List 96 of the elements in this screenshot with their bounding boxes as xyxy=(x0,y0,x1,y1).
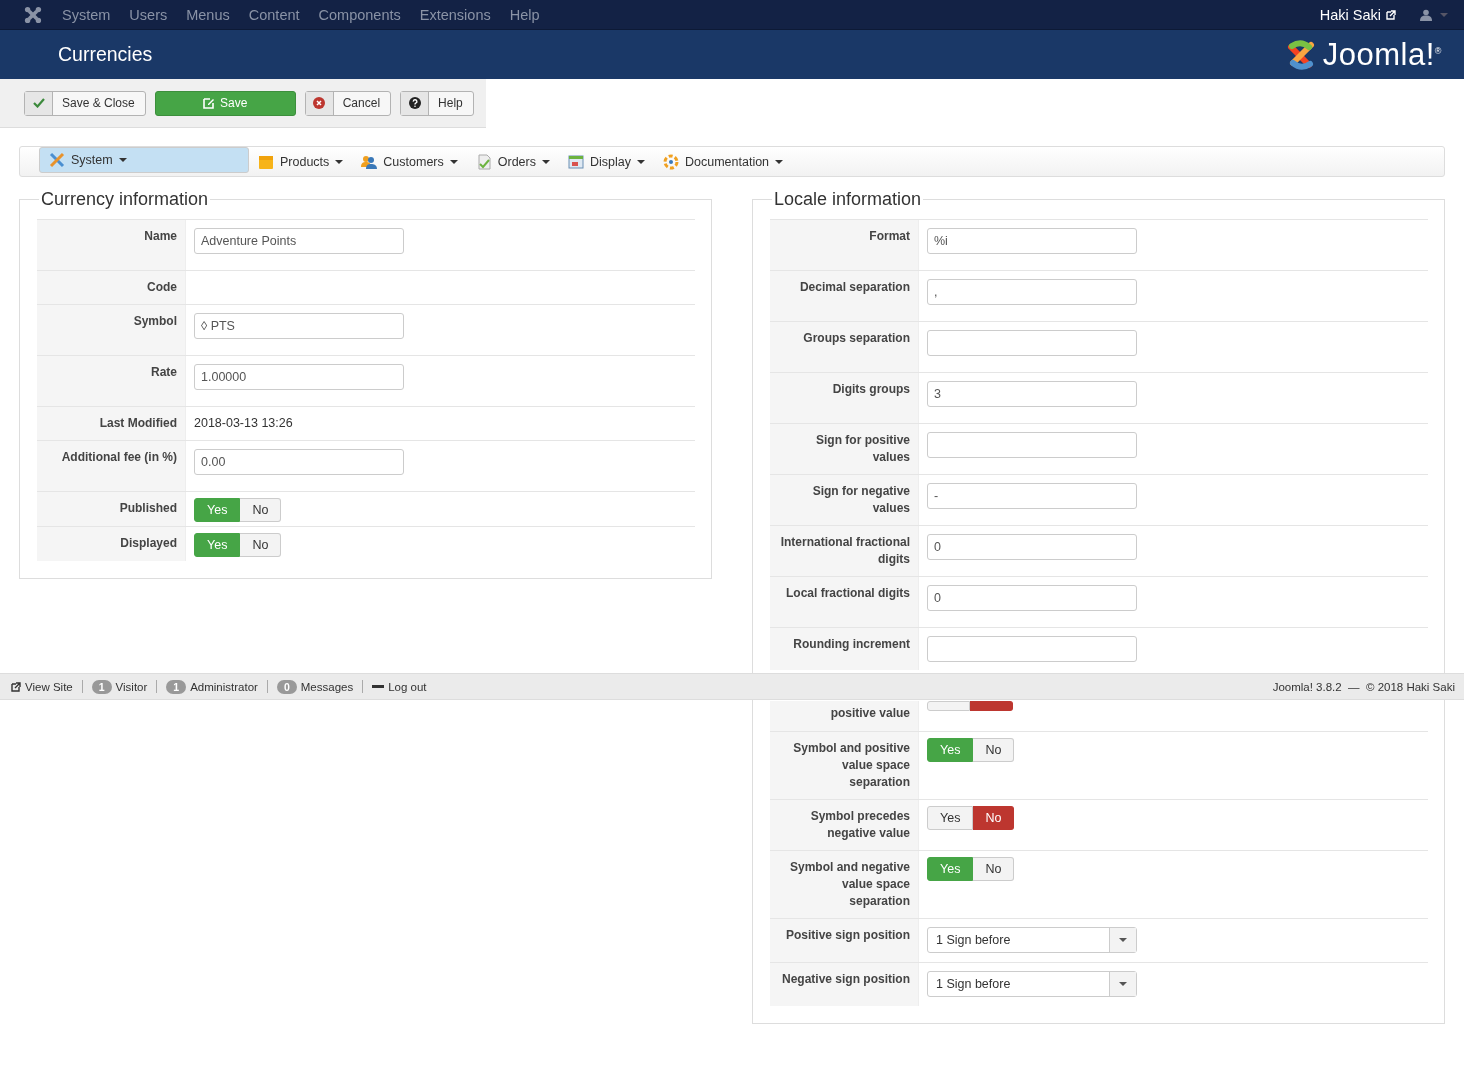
menu-item[interactable]: Content xyxy=(248,6,300,23)
toggle-option[interactable]: No xyxy=(973,806,1015,830)
field-label: Digits groups xyxy=(770,373,919,423)
status-link[interactable]: Log out xyxy=(372,680,427,693)
check-icon xyxy=(32,98,45,108)
field-label: Last Modified xyxy=(37,407,186,440)
menu-item[interactable]: Users xyxy=(129,6,168,23)
close-icon xyxy=(313,97,326,109)
input-field[interactable] xyxy=(927,330,1137,356)
user-icon[interactable] xyxy=(1420,8,1432,21)
page-title: Currencies xyxy=(58,43,153,66)
submenu-item[interactable]: Documentation xyxy=(654,147,793,176)
window-icon xyxy=(568,153,584,170)
field-label: Symbol xyxy=(37,305,186,355)
input-field[interactable]: 0.00 xyxy=(194,449,404,475)
toolbar-button[interactable]: Cancel xyxy=(304,90,392,116)
folder-icon xyxy=(258,153,274,170)
field-label: positive value xyxy=(770,701,919,731)
status-link[interactable]: View Site xyxy=(11,680,73,693)
caret-icon xyxy=(335,159,344,164)
menu-item[interactable]: Menus xyxy=(186,6,230,23)
field-label: Negative sign position xyxy=(770,963,919,1006)
field-label: Displayed xyxy=(37,527,186,561)
caret-icon[interactable] xyxy=(1440,12,1448,17)
select-dropdown[interactable]: 1 Sign before xyxy=(927,927,1137,953)
fieldset-legend: Currency information xyxy=(39,189,211,210)
submenu-item[interactable]: Display xyxy=(559,147,654,176)
field-label: Sign for positive values xyxy=(770,424,919,474)
field-label: Local fractional digits xyxy=(770,577,919,627)
toggle-option[interactable]: No xyxy=(240,533,282,557)
input-field[interactable]: %i xyxy=(927,228,1137,254)
input-field[interactable]: 1.00000 xyxy=(194,364,404,390)
caret-icon xyxy=(449,159,458,164)
field-label: Symbol and positive value space separation xyxy=(770,732,919,799)
input-field[interactable]: 3 xyxy=(927,381,1137,407)
menu-item[interactable]: System xyxy=(62,6,111,23)
tools-icon xyxy=(49,152,65,168)
field-label: Positive sign position xyxy=(770,919,919,962)
external-link-icon xyxy=(11,681,21,692)
field-value: 2018-03-13 13:26 xyxy=(194,416,293,430)
caret-icon xyxy=(1119,938,1127,942)
help-icon xyxy=(408,97,421,109)
status-link[interactable]: 1 Administrator xyxy=(166,679,258,694)
menu-item[interactable]: Components xyxy=(318,6,401,23)
field-label: Additional fee (in %) xyxy=(37,441,186,491)
status-link[interactable]: 1 Visitor xyxy=(91,679,148,694)
field-label: Symbol and negative value space separation xyxy=(770,851,919,918)
field-label: Symbol precedes negative value xyxy=(770,800,919,850)
caret-icon xyxy=(1119,982,1127,986)
edit-icon xyxy=(203,97,215,109)
input-field[interactable]: Adventure Points xyxy=(194,228,404,254)
field-label: Name xyxy=(37,220,186,270)
menu-item[interactable]: Extensions xyxy=(419,6,491,23)
submenu-item[interactable]: Orders xyxy=(466,147,559,176)
caret-icon xyxy=(118,158,127,162)
caret-icon xyxy=(775,159,784,164)
toggle-option[interactable]: No xyxy=(973,738,1015,762)
toggle-option[interactable]: Yes xyxy=(927,806,974,830)
input-field[interactable]: 0 xyxy=(927,585,1137,611)
field-label: Decimal separation xyxy=(770,271,919,321)
submenu-item[interactable]: Customers xyxy=(352,147,467,176)
caret-icon xyxy=(542,159,550,164)
caret-icon xyxy=(637,159,645,164)
input-field[interactable]: - xyxy=(927,483,1137,509)
menu-item[interactable]: Help xyxy=(509,6,540,23)
user-link[interactable]: Haki Saki xyxy=(1319,6,1381,23)
field-label: Code xyxy=(37,271,186,304)
field-label: Rounding increment xyxy=(770,628,919,670)
field-label: Published xyxy=(37,492,186,526)
field-label: Sign for negative values xyxy=(770,475,919,525)
input-field[interactable] xyxy=(927,636,1137,662)
people-icon xyxy=(361,153,378,170)
logo-text: Joomla!$^{®}$ xyxy=(1322,36,1442,73)
lifebuoy-icon xyxy=(663,153,679,170)
field-label: Format xyxy=(770,220,919,270)
input-field[interactable]: ◊ PTS xyxy=(194,313,404,339)
submenu-item[interactable]: Products xyxy=(249,147,353,176)
submenu-item[interactable]: System xyxy=(39,147,249,173)
dash-icon xyxy=(372,685,385,688)
version-text: Joomla! 3.8.2 — © 2018 Haki Saki xyxy=(1272,680,1455,693)
field-label: International fractional digits xyxy=(770,526,919,576)
input-field[interactable] xyxy=(927,432,1137,458)
input-field[interactable]: 0 xyxy=(927,534,1137,560)
toggle-option[interactable]: No xyxy=(973,857,1015,881)
field-label: Groups separation xyxy=(770,322,919,372)
external-link-icon xyxy=(1386,9,1396,20)
toolbar-button[interactable]: Help xyxy=(400,90,474,116)
toggle-option[interactable]: No xyxy=(240,498,282,522)
select-dropdown[interactable]: 1 Sign before xyxy=(927,971,1137,997)
toolbar-button[interactable]: Save & Close xyxy=(24,90,146,116)
document-icon xyxy=(475,153,492,170)
status-link[interactable]: 0 Messages xyxy=(276,679,354,694)
input-field[interactable]: , xyxy=(927,279,1137,305)
fieldset-legend: Locale information xyxy=(772,189,924,210)
field-label: Rate xyxy=(37,356,186,406)
toggle-option[interactable] xyxy=(970,701,1013,711)
